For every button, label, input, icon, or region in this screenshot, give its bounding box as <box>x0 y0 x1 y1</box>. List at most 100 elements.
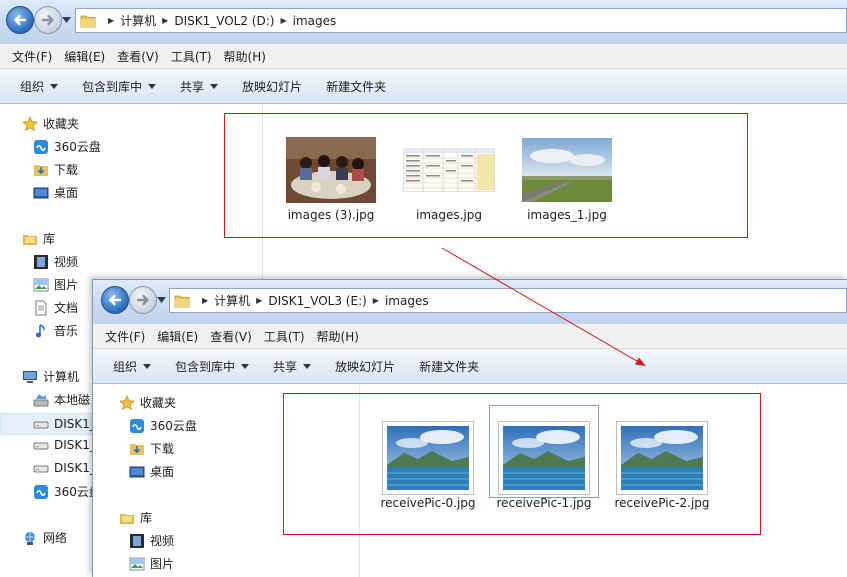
nav-libraries[interactable]: 库 <box>119 509 152 526</box>
include-in-library-button[interactable]: 包含到库中 <box>82 78 157 95</box>
breadcrumb-drive[interactable]: DISK1_VOL3 (E:) <box>268 294 366 308</box>
forward-button[interactable] <box>34 6 62 34</box>
transfer-arrow-icon <box>441 247 646 366</box>
menu-view[interactable]: 查看(V) <box>117 48 159 65</box>
breadcrumb-separator-icon: ▶ <box>162 16 169 25</box>
nav-label: DISK1_ <box>54 461 96 475</box>
library-icon <box>119 510 135 526</box>
organize-label: 组织 <box>20 79 45 94</box>
nav-label: 图片 <box>150 557 175 571</box>
nav-local-disk[interactable]: 本地磁 <box>33 391 90 408</box>
star-icon <box>22 115 38 132</box>
menu-file[interactable]: 文件(F) <box>105 328 145 345</box>
chevron-down-icon <box>50 83 59 89</box>
forward-arrow-icon <box>41 14 54 26</box>
nav-label: 下载 <box>54 163 79 177</box>
share-label: 共享 <box>180 79 205 94</box>
breadcrumb-folder[interactable]: images <box>385 294 429 308</box>
document-icon <box>33 300 49 316</box>
share-button[interactable]: 共享 <box>180 78 219 95</box>
library-icon <box>22 231 38 247</box>
nav-documents[interactable]: 文档 <box>33 299 78 316</box>
breadcrumb-separator-icon: ▶ <box>108 16 115 25</box>
chevron-down-icon <box>241 363 250 369</box>
nav-label: 视频 <box>150 534 175 548</box>
nav-disk1-vol2[interactable]: DISK1_ <box>0 413 96 435</box>
breadcrumb-computer[interactable]: 计算机 <box>214 292 250 309</box>
menu-file[interactable]: 文件(F) <box>12 48 52 65</box>
nav-360-cloud-drive[interactable]: 360云盘 <box>33 483 101 500</box>
video-icon <box>33 254 49 270</box>
back-button[interactable] <box>6 6 34 34</box>
drive-icon <box>33 460 49 476</box>
picture-icon <box>129 556 145 572</box>
desktop-icon <box>33 185 49 201</box>
nav-downloads[interactable]: 下载 <box>129 440 174 457</box>
nav-360-cloud[interactable]: 360云盘 <box>129 417 197 434</box>
forward-button[interactable] <box>129 286 157 314</box>
menu-edit[interactable]: 编辑(E) <box>157 328 198 345</box>
nav-desktop[interactable]: 桌面 <box>33 184 78 201</box>
menu-help[interactable]: 帮助(H) <box>317 328 359 345</box>
download-folder-icon <box>129 441 145 457</box>
nav-360-cloud[interactable]: 360云盘 <box>33 138 101 155</box>
nav-label: 360云盘 <box>150 419 197 433</box>
slideshow-button[interactable]: 放映幻灯片 <box>242 78 302 95</box>
back-button[interactable] <box>101 286 129 314</box>
nav-pictures[interactable]: 图片 <box>33 276 78 293</box>
nav-label: 库 <box>140 511 153 525</box>
video-icon <box>129 533 145 549</box>
menu-help[interactable]: 帮助(H) <box>224 48 266 65</box>
network-icon <box>22 530 38 546</box>
nav-label: 计算机 <box>43 370 80 384</box>
nav-disk1-second[interactable]: DISK1_ <box>33 437 96 453</box>
menu-view[interactable]: 查看(V) <box>210 328 252 345</box>
menu-edit[interactable]: 编辑(E) <box>64 48 105 65</box>
slideshow-button[interactable]: 放映幻灯片 <box>335 358 395 375</box>
music-icon <box>33 323 49 339</box>
address-bar[interactable]: ▶ 计算机 ▶ DISK1_VOL2 (D:) ▶ images <box>75 8 847 33</box>
breadcrumb-computer[interactable]: 计算机 <box>120 12 156 29</box>
folder-icon <box>80 15 96 27</box>
include-in-library-label: 包含到库中 <box>175 359 236 374</box>
nav-downloads[interactable]: 下载 <box>33 161 78 178</box>
nav-label: 360云盘 <box>54 140 101 154</box>
menu-tools[interactable]: 工具(T) <box>171 48 212 65</box>
nav-music[interactable]: 音乐 <box>33 322 78 339</box>
star-icon <box>119 394 135 411</box>
highlight-box-destination <box>283 393 761 535</box>
new-folder-button[interactable]: 新建文件夹 <box>326 78 386 95</box>
nav-network[interactable]: 网络 <box>22 529 67 546</box>
organize-button[interactable]: 组织 <box>20 78 59 95</box>
share-button[interactable]: 共享 <box>273 358 312 375</box>
nav-videos[interactable]: 视频 <box>33 253 78 270</box>
picture-icon <box>33 277 49 293</box>
breadcrumb-separator-icon: ▶ <box>280 16 287 25</box>
nav-pictures[interactable]: 图片 <box>129 555 174 572</box>
nav-computer[interactable]: 计算机 <box>22 368 79 385</box>
nav-videos[interactable]: 视频 <box>129 532 174 549</box>
nav-desktop[interactable]: 桌面 <box>129 463 174 480</box>
nav-disk1-third[interactable]: DISK1_ <box>33 460 96 476</box>
drive-icon <box>33 392 49 408</box>
breadcrumb-folder[interactable]: images <box>293 14 337 28</box>
include-in-library-button[interactable]: 包含到库中 <box>175 358 250 375</box>
organize-button[interactable]: 组织 <box>113 358 152 375</box>
nav-label: 视频 <box>54 255 79 269</box>
breadcrumb-drive[interactable]: DISK1_VOL2 (D:) <box>174 14 274 28</box>
organize-label: 组织 <box>113 359 138 374</box>
nav-label: 下载 <box>150 442 175 456</box>
cloud-icon <box>33 484 49 500</box>
download-folder-icon <box>33 162 49 178</box>
nav-libraries[interactable]: 库 <box>22 230 55 247</box>
nav-label: 网络 <box>43 531 68 545</box>
nav-label: 库 <box>43 232 56 246</box>
menu-tools[interactable]: 工具(T) <box>264 328 305 345</box>
drive-icon <box>33 437 49 453</box>
nav-favorites[interactable]: 收藏夹 <box>119 394 176 411</box>
recent-pages-dropdown-icon[interactable] <box>157 296 166 304</box>
nav-favorites[interactable]: 收藏夹 <box>22 115 79 132</box>
recent-pages-dropdown-icon[interactable] <box>62 16 71 24</box>
forward-arrow-icon <box>136 294 149 306</box>
share-label: 共享 <box>273 359 298 374</box>
